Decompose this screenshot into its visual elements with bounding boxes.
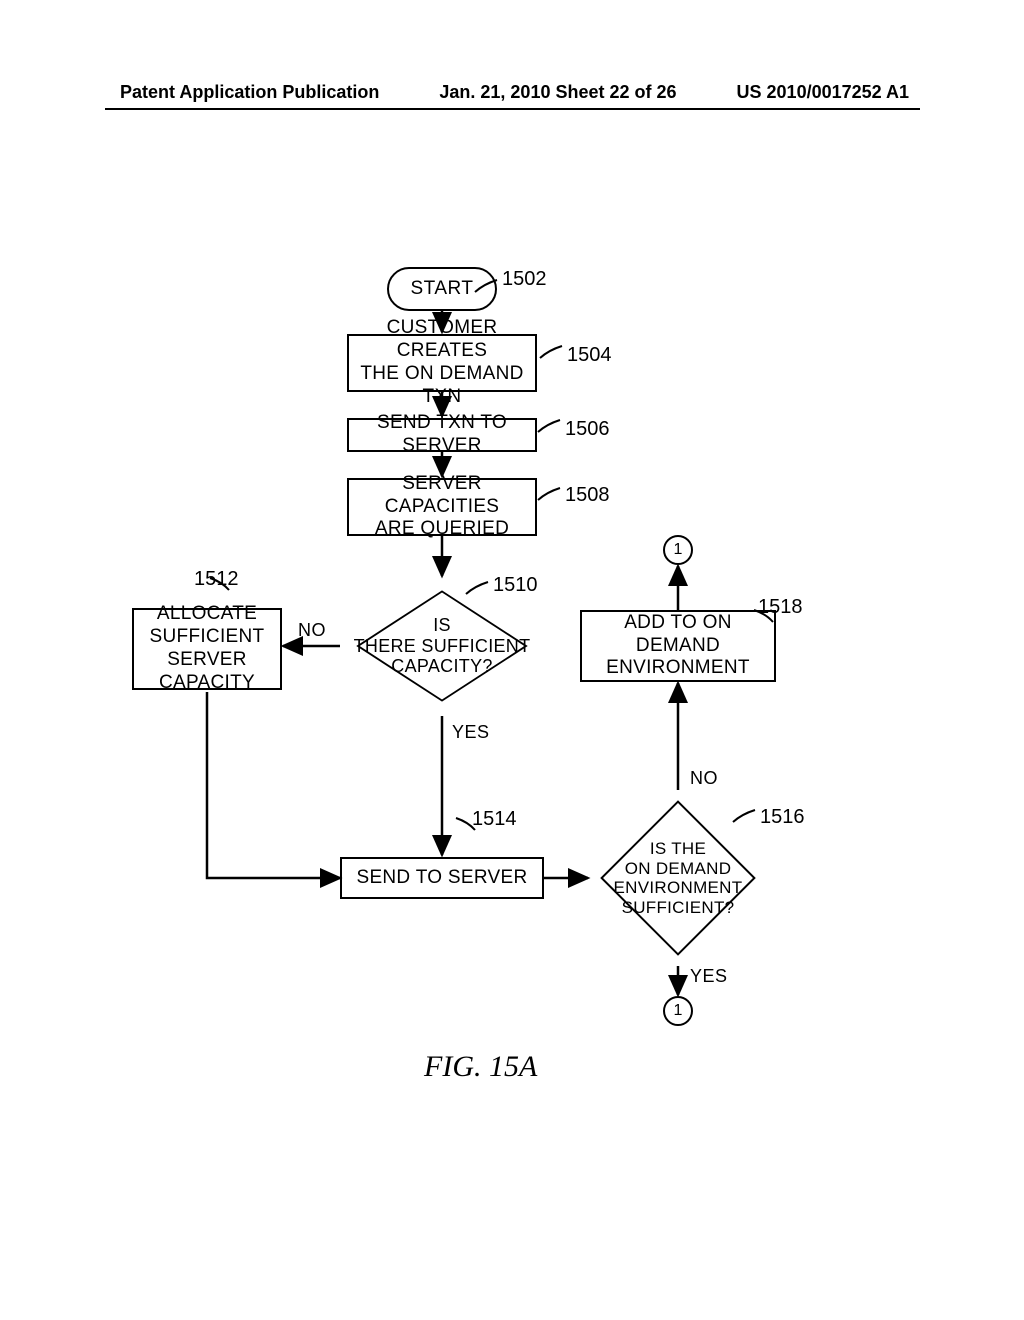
ref-1502: 1502 [502, 268, 547, 291]
box-add-to-environment: ADD TO ON DEMAND ENVIRONMENT [580, 610, 776, 682]
decision-environment-sufficient: IS THE ON DEMAND ENVIRONMENT SUFFICIENT? [588, 790, 768, 966]
ref-1504: 1504 [567, 344, 612, 367]
start-terminal: START [387, 267, 497, 311]
box-1504-text: CUSTOMER CREATES THE ON DEMAND TXN [357, 317, 527, 408]
box-1518-text: ADD TO ON DEMAND ENVIRONMENT [590, 612, 766, 680]
ref-1516: 1516 [760, 806, 805, 829]
box-1508-text: SERVER CAPACITIES ARE QUERIED [357, 473, 527, 541]
box-1506-text: SEND TXN TO SERVER [357, 412, 527, 458]
decision-1510-text: IS THERE SUFFICIENT CAPACITY? [340, 615, 544, 677]
decision-1516-text: IS THE ON DEMAND ENVIRONMENT SUFFICIENT? [588, 839, 768, 917]
box-send-to-server: SEND TO SERVER [340, 857, 544, 899]
ref-1518: 1518 [758, 596, 803, 619]
flowchart: START CUSTOMER CREATES THE ON DEMAND TXN… [0, 0, 1024, 1320]
decision-sufficient-capacity: IS THERE SUFFICIENT CAPACITY? [340, 576, 544, 716]
box-send-txn: SEND TXN TO SERVER [347, 418, 537, 452]
connector-1-label: 1 [674, 541, 683, 559]
box-server-capacities: SERVER CAPACITIES ARE QUERIED [347, 478, 537, 536]
connector-bottom: 1 [663, 996, 693, 1026]
connector-2-label: 1 [674, 1002, 683, 1020]
box-allocate-capacity: ALLOCATE SUFFICIENT SERVER CAPACITY [132, 608, 282, 690]
ref-1508: 1508 [565, 484, 610, 507]
box-1512-text: ALLOCATE SUFFICIENT SERVER CAPACITY [142, 603, 272, 694]
start-label: START [410, 278, 473, 300]
connector-top: 1 [663, 535, 693, 565]
ref-1510: 1510 [493, 574, 538, 597]
edge-yes-1: YES [452, 722, 490, 743]
edge-no-2: NO [690, 768, 718, 789]
edge-yes-2: YES [690, 966, 728, 987]
ref-1506: 1506 [565, 418, 610, 441]
box-customer-creates: CUSTOMER CREATES THE ON DEMAND TXN [347, 334, 537, 392]
ref-1512: 1512 [194, 568, 239, 591]
edge-no-1: NO [298, 620, 326, 641]
box-1514-text: SEND TO SERVER [356, 867, 527, 890]
figure-label: FIG. 15A [424, 1050, 537, 1084]
ref-1514: 1514 [472, 808, 517, 831]
